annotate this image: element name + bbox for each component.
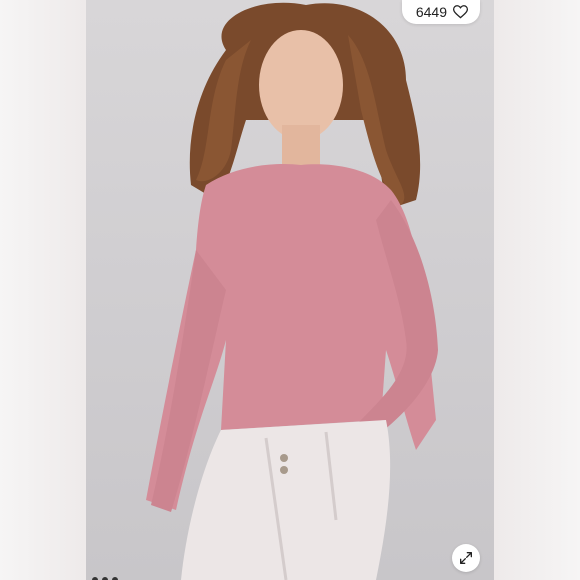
image-viewer: 6449: [0, 0, 580, 580]
face-shape: [259, 30, 343, 140]
heart-outline-icon: [453, 5, 468, 19]
left-backdrop: [0, 0, 86, 580]
expand-arrows-icon: [460, 552, 472, 564]
product-photo[interactable]: [86, 0, 494, 580]
model-illustration: [146, 2, 438, 580]
neck-shape: [282, 125, 320, 170]
button-bottom: [280, 466, 288, 474]
expand-button[interactable]: [452, 544, 480, 572]
button-top: [280, 454, 288, 462]
like-button[interactable]: 6449: [401, 0, 480, 24]
right-backdrop: [494, 0, 580, 580]
like-count: 6449: [415, 4, 447, 20]
satin-pants: [181, 420, 391, 580]
